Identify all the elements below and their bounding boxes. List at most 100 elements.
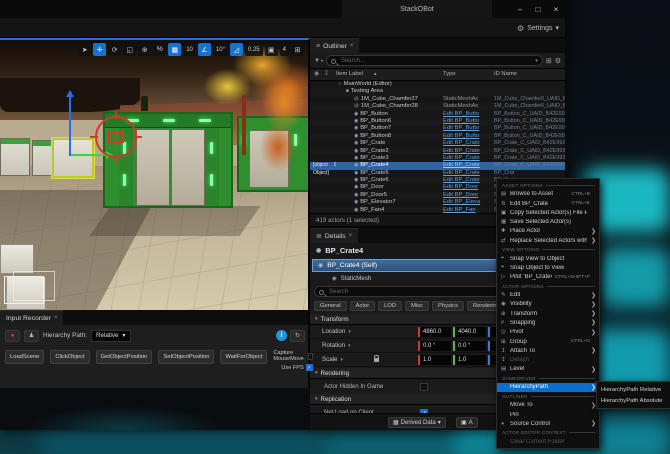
column-item-label[interactable]: Item Label <box>336 71 363 77</box>
actor-label[interactable]: 1M_Cube_Chamfer27 <box>361 96 418 103</box>
minimize-button[interactable]: – <box>513 2 527 16</box>
value-x-field[interactable]: 0.0 ° <box>418 341 451 351</box>
surface-snap-icon[interactable]: % <box>153 43 166 56</box>
camera-speed-value[interactable]: 4 <box>280 43 289 56</box>
actor-type[interactable]: Edit BP_Door <box>443 192 493 200</box>
gizmo-z-axis-arrow[interactable] <box>69 96 71 156</box>
menu-item[interactable]: ▤ Browse to Asset CTRL+B <box>497 190 599 199</box>
title-bar[interactable]: StackOBot – □ × <box>0 0 565 18</box>
capture-mousemove-checkbox[interactable] <box>308 353 313 360</box>
outliner-settings-icon[interactable]: ⚙ <box>555 57 561 65</box>
value-y-field[interactable]: 0.0 ° <box>453 341 486 351</box>
actor-label[interactable]: BP_Crate4 <box>360 162 388 169</box>
menu-item[interactable]: ● Source Control ❯ <box>497 419 599 428</box>
menu-item[interactable]: HierarchyPath ❯ <box>497 383 599 392</box>
scale-snap-icon[interactable]: ◿ <box>230 43 243 56</box>
actor-label[interactable]: BP_Button8 <box>360 133 391 140</box>
gizmo-y-axis-arrow[interactable] <box>71 154 107 156</box>
actor-label[interactable]: BP_Crate2 <box>360 148 388 155</box>
actor-type[interactable]: Edit BP_Door <box>443 184 493 192</box>
close-button[interactable]: × <box>549 2 563 16</box>
actor-label[interactable]: 1M_Cube_Chamfer28 <box>361 103 418 110</box>
derived-data-button[interactable]: ▦ Derived Data ▾ <box>388 417 446 428</box>
menu-item[interactable]: ⊞ Group CTRL+G <box>497 337 599 346</box>
settings-button[interactable]: ⚙ Settings ▾ <box>517 21 559 35</box>
actor-type[interactable]: Edit BP_Crate <box>443 170 493 178</box>
info-icon[interactable]: i <box>276 330 287 341</box>
outliner-row[interactable]: ◉ BP_Crate Edit BP_Crate BP_Crate_C_UAID… <box>310 140 565 147</box>
new-folder-icon[interactable]: ⊞ <box>546 57 552 65</box>
rotation-snap-icon[interactable]: ∠ <box>198 43 211 56</box>
column-type[interactable]: Type <box>443 71 456 77</box>
pin-icon[interactable]: ↧ <box>324 71 329 77</box>
grid-snap-value[interactable]: 10 <box>183 43 196 56</box>
record-button[interactable]: ● <box>5 330 20 342</box>
outliner-row[interactable]: ◉ BP_Crate2 Edit BP_Crate BP_Crate_C_UAI… <box>310 148 565 155</box>
actor-label[interactable]: Testing Area <box>351 88 383 95</box>
category-chip[interactable]: Actor <box>350 301 376 311</box>
actor-label[interactable]: BP_Door <box>360 184 384 191</box>
outliner-row[interactable]: ◉ BP_Crate3 Edit BP_Crate BP_Crate_C_UAI… <box>310 155 565 162</box>
actor-label[interactable]: MainWorld (Editor) <box>344 81 392 88</box>
menu-item[interactable]: # Snapping ❯ <box>497 318 599 327</box>
recorder-command-button[interactable]: WaitForObject <box>220 350 267 364</box>
menu-item[interactable]: ⌖ Snap View to Object <box>497 254 599 263</box>
actor-type[interactable]: Edit BP_Butto <box>443 125 493 133</box>
outliner-row[interactable]: ◉ BP_Crate5 Edit BP_Crate BP_Crat <box>310 170 565 177</box>
user-button[interactable]: ♟ <box>24 330 39 342</box>
recorder-command-button[interactable]: GetObjectPosition <box>96 350 153 364</box>
menu-item[interactable]: ▦ Save Selected Actor(s) <box>497 217 599 226</box>
actor-label[interactable]: BP_Door5 <box>360 192 387 199</box>
menu-item[interactable]: ✚ Place Actor ❯ <box>497 227 599 236</box>
level-viewport[interactable]: ➤ ✛ ⟳ ◱ ⊕ % ▦ 10 ∠ 10° ◿ 0.25 ▣ 4 ⊞ <box>0 38 310 310</box>
menu-item[interactable]: ◎ Pivot ❯ <box>497 328 599 337</box>
actor-type[interactable]: Edit BP_Crate <box>443 155 493 163</box>
menu-item[interactable]: ↧ Detach <box>497 356 599 365</box>
value-y-field[interactable]: 1.0 <box>453 355 486 365</box>
move-tool-icon[interactable]: ✛ <box>93 43 106 56</box>
eye-icon[interactable]: ◉ <box>314 71 319 77</box>
menu-item[interactable]: ▷ Pilot 'BP_Crate4' CTRL+SHIFT+P <box>497 273 599 282</box>
actor-label[interactable]: BP_Button <box>360 111 388 118</box>
recorder-command-button[interactable]: LoadScene <box>5 350 44 364</box>
menu-item[interactable]: ↥ Attach To ❯ <box>497 346 599 355</box>
submenu-item[interactable]: HierarchyPath Absolute <box>597 395 670 406</box>
rotation-snap-value[interactable]: 10° <box>213 43 228 56</box>
chevron-down-icon[interactable]: ▾ <box>535 58 538 64</box>
pin-icon[interactable]: ↧ <box>333 162 337 169</box>
outliner-row[interactable]: ◉ BP_Button7 Edit BP_Butto BP_Button_C_U… <box>310 125 565 132</box>
outliner-search-input[interactable]: Search... ▾ <box>326 55 543 66</box>
tab-details[interactable]: ≣ Details × <box>310 228 358 243</box>
actor-label[interactable]: BP_Crate3 <box>360 155 388 162</box>
value-x-field[interactable]: 4860.0 <box>418 327 451 337</box>
grid-menu-icon[interactable]: ⊞ <box>291 43 304 56</box>
menu-item[interactable]: Move To ❯ <box>497 401 599 410</box>
outliner-row[interactable]: [object Object] ↧ ◉ BP_Crate4 Edit BP_Cr… <box>310 162 565 169</box>
close-icon[interactable]: × <box>54 315 58 321</box>
actor-type[interactable]: Edit BP_Butto <box>443 133 493 141</box>
category-chip[interactable]: General <box>314 301 347 311</box>
submenu-item[interactable]: HierarchyPath Relative <box>597 384 670 395</box>
tab-input-recorder[interactable]: Input Recorder × <box>0 310 63 325</box>
actor-type[interactable]: Edit BP_Butto <box>443 118 493 126</box>
outliner-row[interactable]: ■ Testing Area <box>310 88 565 95</box>
actor-label[interactable]: BP_Elevator7 <box>360 199 395 206</box>
outliner-row[interactable]: ◉ BP_Button8 Edit BP_Butto BP_Button_C_U… <box>310 133 565 140</box>
value-y-field[interactable]: 4040.0 <box>453 327 486 337</box>
value-x-field[interactable]: 1.0 <box>418 355 451 365</box>
recorder-command-button[interactable]: ClickObject <box>50 350 89 364</box>
tab-outliner[interactable]: ≡ Outliner × <box>310 38 359 53</box>
actor-type[interactable]: Edit BP_Butto <box>443 111 493 119</box>
outliner-row[interactable]: ◉ BP_Button6 Edit BP_Butto BP_Button_C_U… <box>310 118 565 125</box>
actor-type[interactable]: Edit BP_Eleva <box>443 199 493 207</box>
recorder-command-button[interactable]: SetObjectPosition <box>158 350 214 364</box>
outliner-row[interactable]: @ 1M_Cube_Chamfer28 StaticMeshAc 1M_Cube… <box>310 103 565 110</box>
actor-type[interactable]: StaticMeshAc <box>443 103 493 111</box>
actor-label[interactable]: BP_Crate <box>360 140 385 147</box>
menu-item[interactable]: ◉ Visibility ❯ <box>497 300 599 309</box>
menu-item[interactable]: ▤ Level ❯ <box>497 365 599 374</box>
outliner-row[interactable]: ♁ MainWorld (Editor) <box>310 81 565 88</box>
actor-type[interactable]: Edit BP_Crate <box>443 162 493 170</box>
menu-item[interactable]: ⌖ Snap Object to View <box>497 263 599 272</box>
actor-label[interactable]: BP_Button6 <box>360 118 391 125</box>
